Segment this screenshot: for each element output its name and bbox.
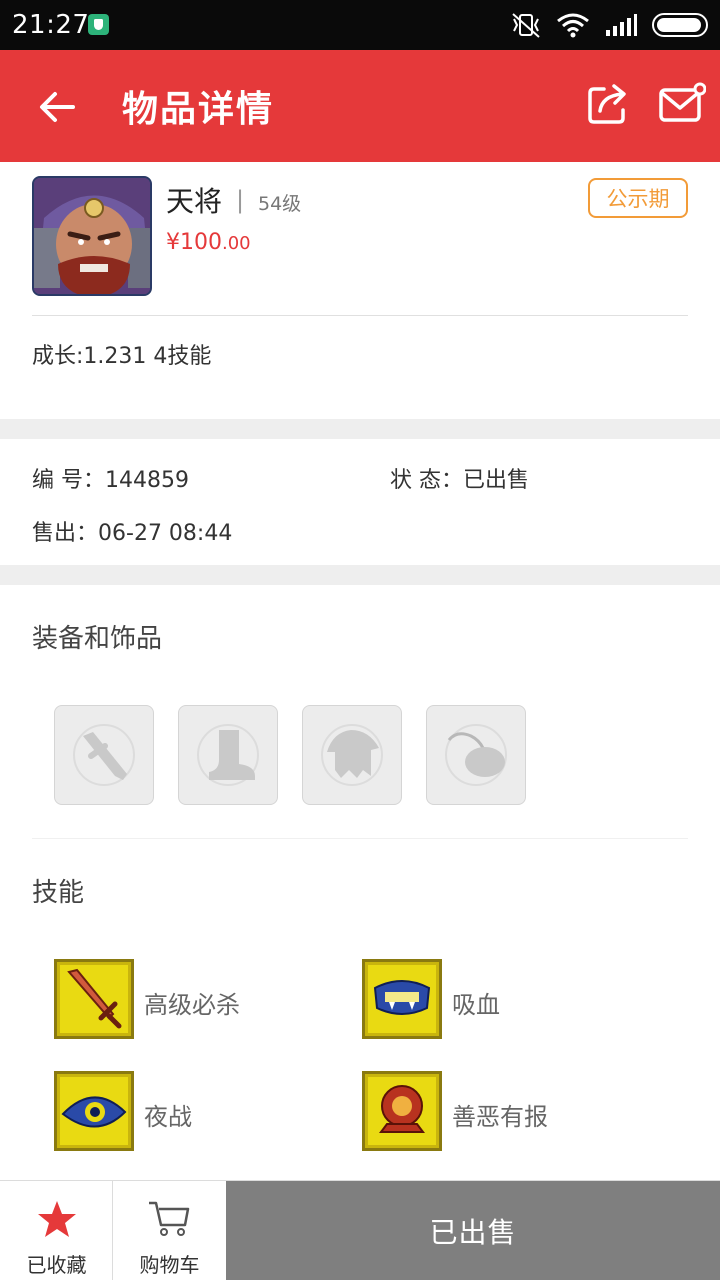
shield-icon — [88, 14, 109, 35]
name-separator: | — [236, 186, 245, 214]
weapon-slot-icon — [73, 724, 135, 786]
equipment-slot-accessory[interactable] — [426, 705, 526, 805]
sold-out-button[interactable]: 已出售 — [226, 1181, 720, 1280]
growth-text: 成长:1.231 4技能 — [32, 344, 212, 369]
share-button[interactable] — [586, 80, 632, 126]
share-icon — [588, 84, 626, 124]
armor-slot-icon — [321, 724, 383, 786]
boots-slot-icon — [197, 724, 259, 786]
public-period-badge: 公示期 — [588, 178, 688, 218]
serial-label: 编 号： — [32, 468, 105, 493]
serial-number: 编 号：144859 — [32, 462, 189, 494]
cart-button[interactable]: 购物车 — [113, 1181, 226, 1280]
equipment-slot-armor[interactable] — [302, 705, 402, 805]
app-header: 物品详情 — [0, 50, 720, 162]
status-time: 21:27 — [12, 10, 90, 40]
sold-value: 06-27 08:44 — [98, 521, 233, 546]
pet-level: 54级 — [258, 193, 302, 215]
cart-icon — [149, 1201, 190, 1236]
skill-name: 善恶有报 — [452, 1103, 548, 1131]
battery-icon — [652, 13, 708, 37]
accessory-slot-icon — [445, 724, 507, 786]
back-button[interactable] — [30, 80, 84, 134]
serial-value: 144859 — [105, 468, 189, 493]
vampire-skill-icon — [373, 980, 431, 1015]
wifi-icon — [557, 13, 589, 38]
signal-icon — [606, 14, 637, 36]
skill-icon-night-fight[interactable] — [54, 1071, 134, 1151]
divider — [32, 315, 688, 316]
bottom-action-bar: 已收藏 购物车 已出售 — [0, 1180, 720, 1280]
warrior-portrait-icon — [34, 178, 150, 294]
divider — [32, 838, 688, 839]
sword-skill-icon — [67, 968, 122, 1029]
section-gap — [0, 565, 720, 585]
status-bar: 21:27 — [0, 0, 720, 50]
page-title: 物品详情 — [122, 89, 275, 130]
skill-name: 高级必杀 — [144, 991, 240, 1019]
skill-icon-karma[interactable] — [362, 1071, 442, 1151]
star-icon — [38, 1201, 76, 1237]
skills-title: 技能 — [32, 878, 85, 908]
sold-label: 售出： — [32, 521, 99, 546]
skill-icon-vampire[interactable] — [362, 959, 442, 1039]
price-main: ¥100 — [166, 230, 222, 255]
favorite-label: 已收藏 — [26, 1253, 87, 1277]
section-gap — [0, 419, 720, 439]
vibrate-off-icon — [512, 13, 540, 38]
skill-name: 夜战 — [144, 1103, 192, 1131]
status-value: 已出售 — [463, 468, 530, 493]
equipment-slot-boots[interactable] — [178, 705, 278, 805]
karma-skill-icon — [379, 1085, 425, 1133]
equipment-title: 装备和饰品 — [32, 624, 163, 654]
mail-icon — [659, 82, 707, 122]
sale-status: 状 态：已出售 — [390, 462, 529, 494]
price-decimal: .00 — [222, 233, 251, 254]
price: ¥100.00 — [166, 230, 251, 255]
favorite-button[interactable]: 已收藏 — [0, 1181, 113, 1280]
back-arrow-icon — [40, 92, 75, 122]
sold-time: 售出：06-27 08:44 — [32, 515, 232, 547]
equipment-slot-weapon[interactable] — [54, 705, 154, 805]
pet-avatar — [32, 176, 152, 296]
skill-name: 吸血 — [452, 991, 500, 1019]
pet-name: 天将 — [166, 185, 223, 218]
eye-skill-icon — [61, 1096, 127, 1128]
status-icons — [510, 10, 708, 40]
skill-icon-critical[interactable] — [54, 959, 134, 1039]
cart-label: 购物车 — [139, 1253, 200, 1277]
status-label: 状 态： — [390, 468, 463, 493]
message-button[interactable] — [658, 82, 707, 126]
